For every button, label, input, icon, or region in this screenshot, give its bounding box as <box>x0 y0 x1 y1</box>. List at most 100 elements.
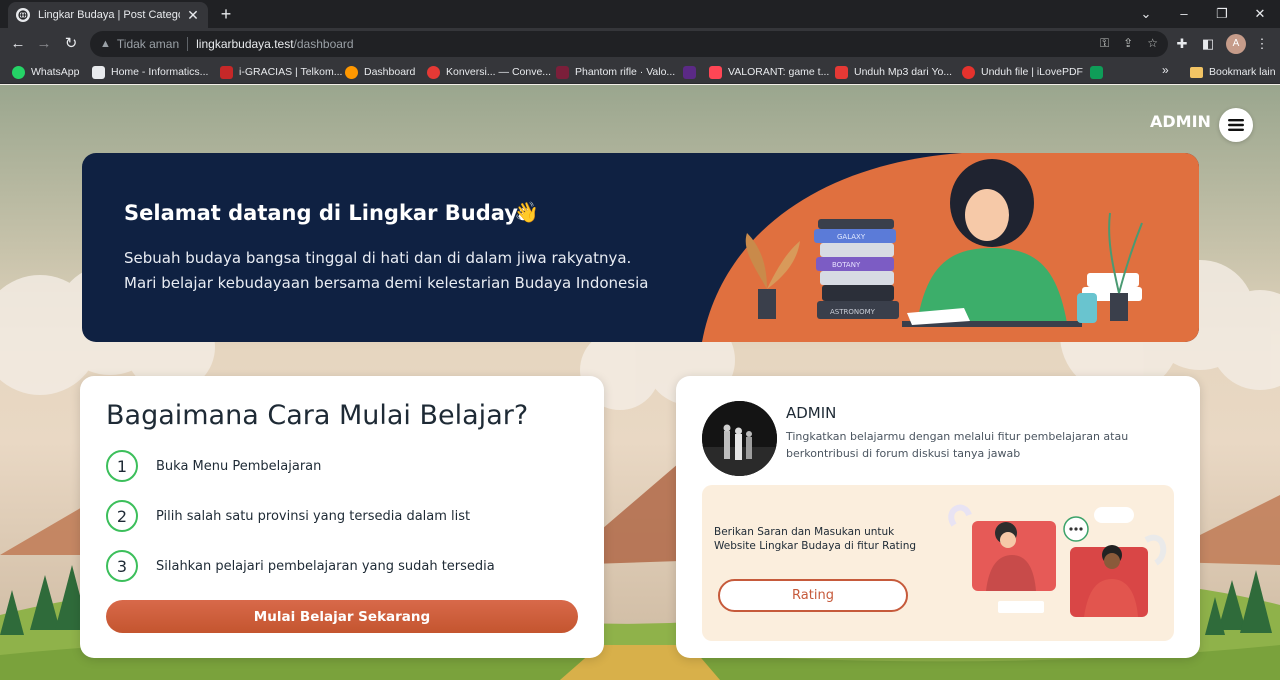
book-label-botany: BOTANY <box>832 261 861 269</box>
dashboard-icon <box>345 65 358 79</box>
back-button[interactable]: ← <box>8 34 28 54</box>
start-learning-button[interactable]: Mulai Belajar Sekarang <box>106 600 578 633</box>
browser-menu-icon[interactable]: ⋮ <box>1252 34 1272 54</box>
whatsapp-icon <box>12 65 25 79</box>
bookmark-label: Bookmark lain <box>1209 66 1276 78</box>
bookmarks-bar: WhatsApp Home - Informatics... i-GRACIAS… <box>0 60 1280 84</box>
step-number: 2 <box>106 500 138 532</box>
rating-prompt-line-2: Website Lingkar Budaya di fitur Rating <box>714 540 917 552</box>
user-avatar <box>702 401 777 476</box>
browser-tabstrip: Lingkar Budaya | Post Categories ✕ + ⌄ –… <box>0 0 1280 28</box>
tab-close-icon[interactable]: ✕ <box>186 7 200 24</box>
tab-search-icon[interactable]: ⌄ <box>1134 4 1158 24</box>
welcome-title: Selamat datang di Lingkar Budaya <box>124 201 533 225</box>
bookmark-igracias[interactable]: i-GRACIAS | Telkom... <box>220 63 342 81</box>
profile-rating-card: ADMIN Tingkatkan belajarmu dengan melalu… <box>676 376 1200 658</box>
step-number: 3 <box>106 550 138 582</box>
sidepanel-icon[interactable]: ◧ <box>1198 34 1218 54</box>
insecure-label: Tidak aman <box>116 37 180 51</box>
bookmark-label: WhatsApp <box>31 66 80 78</box>
convert-icon <box>427 65 440 79</box>
star-icon[interactable]: ☆ <box>1147 36 1158 51</box>
valorant-icon <box>709 65 722 79</box>
step-text: Buka Menu Pembelajaran <box>156 458 322 474</box>
download-icon <box>835 65 848 79</box>
rating-panel: Berikan Saran dan Masukan untuk Website … <box>702 485 1174 641</box>
bookmark-label: Dashboard <box>364 66 416 78</box>
step-item: 1 Buka Menu Pembelajaran <box>106 450 321 482</box>
hamburger-menu-button[interactable] <box>1219 108 1253 142</box>
minimize-button[interactable]: – <box>1172 4 1196 24</box>
informatics-icon <box>92 65 105 79</box>
heart-icon <box>962 65 975 79</box>
bookmark-informatics[interactable]: Home - Informatics... <box>92 63 208 81</box>
address-divider <box>187 37 189 51</box>
key-icon[interactable]: ⚿ <box>1100 36 1109 51</box>
bookmark-konversi[interactable]: Konversi... — Conve... <box>427 63 551 81</box>
bookmark-whatsapp[interactable]: WhatsApp <box>12 63 79 81</box>
omnibox-actions: ⚿ ⇪ ☆ <box>1100 36 1158 51</box>
conversation-illustration <box>948 504 1167 617</box>
step-number: 1 <box>106 450 138 482</box>
globe-icon <box>16 8 30 22</box>
url-host: lingkarbudaya.test <box>196 37 294 51</box>
bookmark-label: i-GRACIAS | Telkom... <box>239 66 343 78</box>
studying-illustration: ASTRONOMY BOTANY GALAXY <box>702 153 1199 342</box>
warning-icon[interactable]: ▲ <box>100 38 111 50</box>
welcome-line-2: Mari belajar kebudayaan bersama demi kel… <box>124 274 649 292</box>
share-icon[interactable]: ⇪ <box>1123 36 1133 51</box>
page-viewport: ADMIN Selamat datang di Lingkar Budaya 👋… <box>0 85 1280 680</box>
welcome-line-1: Sebuah budaya bangsa tinggal di hati dan… <box>124 249 632 267</box>
how-to-start-card: Bagaimana Cara Mulai Belajar? 1 Buka Men… <box>80 376 604 658</box>
valorant-icon <box>556 65 569 79</box>
book-label-astronomy: ASTRONOMY <box>830 308 876 316</box>
bookmark-folder-other[interactable]: Bookmark lain <box>1190 63 1276 81</box>
address-bar[interactable]: ▲ Tidak aman lingkarbudaya.test/dashboar… <box>90 31 1168 57</box>
profile-avatar[interactable]: A <box>1226 34 1246 54</box>
bookmark-valorant[interactable]: VALORANT: game t... <box>709 63 829 81</box>
bookmark-label: Konversi... — Conve... <box>446 66 552 78</box>
reload-button[interactable]: ↻ <box>61 34 81 54</box>
url-path: /dashboard <box>293 37 354 51</box>
browser-toolbar: ← → ↻ ▲ Tidak aman lingkarbudaya.test/da… <box>0 28 1280 60</box>
hamburger-icon <box>1228 119 1244 131</box>
step-text: Silahkan pelajari pembelajaran yang suda… <box>156 558 495 574</box>
waving-hand-icon: 👋 <box>514 202 539 224</box>
book-label-galaxy: GALAXY <box>837 233 866 241</box>
bookmark-label: Unduh file | iLovePDF <box>981 66 1083 78</box>
forward-button[interactable]: → <box>34 34 54 54</box>
browser-tab[interactable]: Lingkar Budaya | Post Categories ✕ <box>8 2 208 28</box>
step-item: 3 Silahkan pelajari pembelajaran yang su… <box>106 550 495 582</box>
maximize-button[interactable]: ❐ <box>1210 4 1234 24</box>
tab-title: Lingkar Budaya | Post Categories <box>38 9 180 21</box>
bookmarks-more-icon[interactable]: » <box>1162 63 1169 77</box>
step-item: 2 Pilih salah satu provinsi yang tersedi… <box>106 500 470 532</box>
bookmark-label: Phantom rifle · Valo... <box>575 66 676 78</box>
sheets-icon <box>1090 65 1103 79</box>
rating-prompt-line-1: Berikan Saran dan Masukan untuk <box>714 526 895 538</box>
welcome-banner: Selamat datang di Lingkar Budaya 👋 Sebua… <box>82 153 1199 342</box>
profile-desc-line-1: Tingkatkan belajarmu dengan melalui fitu… <box>786 430 1129 443</box>
bookmark-mp3[interactable]: Unduh Mp3 dari Yo... <box>835 63 952 81</box>
avatar-photo <box>702 401 777 476</box>
folder-icon <box>1190 66 1203 78</box>
bookmark-unnamed-2[interactable] <box>1090 63 1109 81</box>
new-tab-button[interactable]: + <box>216 4 236 24</box>
profile-desc-line-2: berkontribusi di forum diskusi tanya jaw… <box>786 447 1021 460</box>
extensions-icon[interactable]: ✚ <box>1172 34 1192 54</box>
step-text: Pilih salah satu provinsi yang tersedia … <box>156 508 471 524</box>
bookmark-ilovepdf[interactable]: Unduh file | iLovePDF <box>962 63 1083 81</box>
bookmark-label: VALORANT: game t... <box>728 66 830 78</box>
profile-name: ADMIN <box>786 404 837 422</box>
bookmark-phantom[interactable]: Phantom rifle · Valo... <box>556 63 675 81</box>
vlr-icon <box>683 65 696 79</box>
igracias-icon <box>220 65 233 79</box>
bookmark-dashboard[interactable]: Dashboard <box>345 63 415 81</box>
bookmark-unnamed-1[interactable] <box>683 63 702 81</box>
bookmark-label: Unduh Mp3 dari Yo... <box>854 66 953 78</box>
bookmark-label: Home - Informatics... <box>111 66 209 78</box>
close-window-button[interactable]: ✕ <box>1248 4 1272 24</box>
how-to-title: Bagaimana Cara Mulai Belajar? <box>106 400 529 431</box>
rating-button[interactable]: Rating <box>718 579 908 612</box>
admin-username: ADMIN <box>1150 112 1211 131</box>
